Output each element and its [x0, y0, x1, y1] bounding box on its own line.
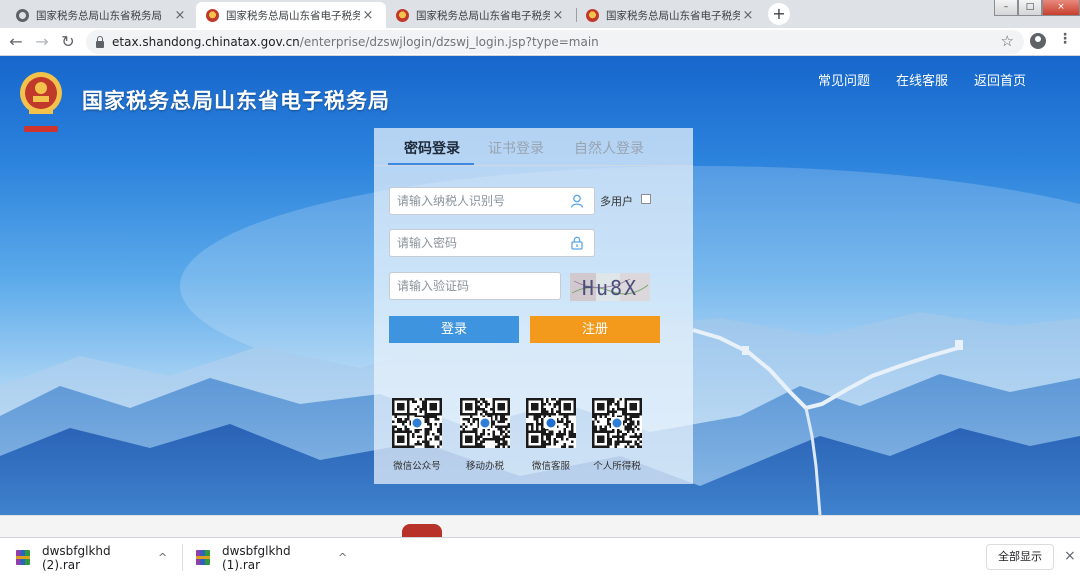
browser-tab-4[interactable]: 国家税务总局山东省电子税务局 × [576, 2, 766, 28]
top-nav-links: 常见问题 在线客服 返回首页 [818, 70, 1026, 89]
download-filename: dwsbfglkhd (1).rar [222, 543, 291, 572]
qr-label: 个人所得税 [593, 461, 641, 472]
captcha-text: Hu8X [582, 276, 638, 300]
forward-button[interactable]: → [32, 32, 52, 52]
login-button[interactable]: 登录 [389, 316, 519, 343]
qr-code-icon [526, 398, 576, 448]
qr-wechat-service[interactable]: 微信客服 [525, 398, 577, 472]
close-shelf-icon[interactable]: × [1064, 548, 1076, 564]
captcha-field[interactable] [389, 272, 561, 300]
lock-icon [571, 236, 583, 250]
login-tabs: 密码登录 证书登录 自然人登录 [374, 128, 693, 166]
qr-code-icon [460, 398, 510, 448]
multi-user-checkbox[interactable] [641, 194, 651, 204]
tab-close-icon[interactable]: × [740, 8, 756, 23]
tab-title: 国家税务总局山东省电子税务局 [606, 9, 740, 22]
tax-emblem-icon [396, 8, 409, 22]
tab-natural-person-login[interactable]: 自然人登录 [574, 138, 644, 158]
captcha-image[interactable]: Hu8X [570, 273, 650, 301]
url-path: /enterprise/dzswjlogin/dzswj_login.jsp?t… [299, 35, 599, 49]
rar-archive-icon [16, 550, 30, 565]
minimize-button[interactable]: – [994, 0, 1018, 16]
maximize-button[interactable]: □ [1018, 0, 1042, 16]
faq-link[interactable]: 常见问题 [818, 70, 870, 89]
password-input[interactable] [390, 230, 594, 256]
window-close-button[interactable]: × [1042, 0, 1080, 16]
user-icon [570, 194, 584, 208]
login-card: 密码登录 证书登录 自然人登录 多用户 [374, 128, 693, 484]
tab-certificate-login[interactable]: 证书登录 [488, 138, 544, 158]
tab-title: 国家税务总局山东省税务局 [36, 9, 162, 22]
qr-code-row: 微信公众号 移动办税 微信客服 个人所得税 [391, 398, 681, 472]
home-link[interactable]: 返回首页 [974, 70, 1026, 89]
tax-emblem-icon [586, 8, 599, 22]
show-all-downloads-button[interactable]: 全部显示 [986, 544, 1054, 570]
new-tab-button[interactable]: + [768, 3, 790, 25]
window-controls: – □ × [994, 0, 1080, 16]
download-item-1[interactable]: dwsbfglkhd (2).rar ^ [16, 538, 167, 576]
rar-archive-icon [196, 550, 210, 565]
browser-toolbar: ← → ↻ etax.shandong.chinatax.gov.cn/ente… [0, 28, 1080, 56]
taxpayer-id-input[interactable] [390, 188, 594, 214]
qr-wechat-official[interactable]: 微信公众号 [391, 398, 443, 472]
chevron-up-icon[interactable]: ^ [338, 551, 347, 564]
qr-personal-income-tax[interactable]: 个人所得税 [591, 398, 643, 472]
address-bar[interactable]: etax.shandong.chinatax.gov.cn/enterprise… [86, 30, 1024, 54]
url-host: etax.shandong.chinatax.gov.cn [112, 35, 300, 49]
browser-tab-strip: 国家税务总局山东省税务局 × 国家税务总局山东省电子税务局 × 国家税务总局山东… [0, 0, 1080, 28]
register-button[interactable]: 注册 [530, 316, 660, 343]
tax-emblem-icon [20, 72, 62, 132]
active-tab-underline [388, 163, 474, 165]
lock-icon [96, 35, 104, 48]
download-filename: dwsbfglkhd (2).rar [42, 543, 111, 572]
password-field[interactable] [389, 229, 595, 257]
captcha-input[interactable] [390, 273, 560, 299]
taxpayer-id-field[interactable] [389, 187, 595, 215]
browser-tab-1[interactable]: 国家税务总局山东省税务局 × [6, 2, 198, 28]
online-support-link[interactable]: 在线客服 [896, 70, 948, 89]
bookmark-star-icon[interactable]: ☆ [1001, 32, 1014, 50]
qr-code-icon [392, 398, 442, 448]
site-title: 国家税务总局山东省电子税务局 [82, 89, 390, 113]
qr-label: 移动办税 [465, 461, 504, 472]
tab-close-icon[interactable]: × [360, 8, 376, 23]
profile-avatar-icon[interactable] [1030, 33, 1046, 49]
chevron-up-icon[interactable]: ^ [158, 551, 167, 564]
back-button[interactable]: ← [6, 32, 26, 52]
footer-emblem-icon [402, 524, 442, 538]
qr-mobile-tax[interactable]: 移动办税 [459, 398, 511, 472]
globe-icon [16, 8, 29, 22]
tab-title: 国家税务总局山东省电子税务局 [226, 9, 360, 22]
tab-password-login[interactable]: 密码登录 [404, 138, 460, 158]
browser-tab-3[interactable]: 国家税务总局山东省电子税务局 × [386, 2, 576, 28]
tab-title: 国家税务总局山东省电子税务局 [416, 9, 550, 22]
browser-menu-icon[interactable]: ⋮ [1058, 31, 1072, 47]
download-shelf: dwsbfglkhd (2).rar ^ dwsbfglkhd (1).rar … [0, 537, 1080, 576]
page-viewport: 国家税务总局山东省电子税务局 常见问题 在线客服 返回首页 密码登录 证书登录 … [0, 56, 1080, 515]
tax-emblem-icon [206, 8, 219, 22]
qr-label: 微信客服 [531, 461, 570, 472]
qr-code-icon [592, 398, 642, 448]
multi-user-label: 多用户 [600, 195, 633, 208]
browser-tab-2[interactable]: 国家税务总局山东省电子税务局 × [196, 2, 386, 28]
tab-close-icon[interactable]: × [550, 8, 566, 23]
qr-label: 微信公众号 [393, 461, 441, 472]
reload-button[interactable]: ↻ [58, 32, 78, 52]
page-footer-strip [0, 515, 1080, 538]
download-separator [182, 544, 183, 571]
download-item-2[interactable]: dwsbfglkhd (1).rar ^ [196, 538, 347, 576]
tab-close-icon[interactable]: × [172, 8, 188, 23]
